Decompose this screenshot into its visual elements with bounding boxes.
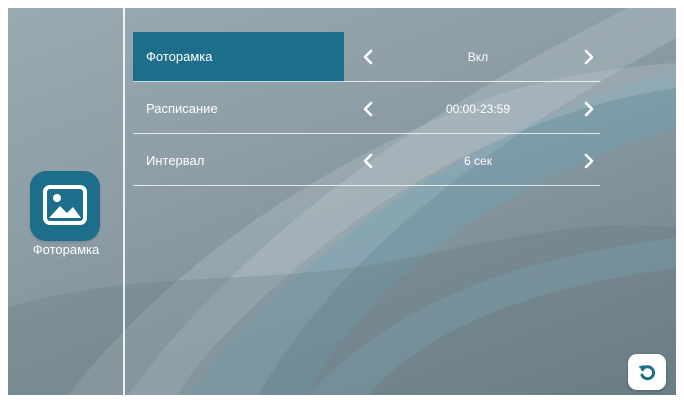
- row-value: Вкл: [467, 50, 489, 64]
- row-label: Расписание: [146, 101, 218, 116]
- app-label: Фоторамка: [32, 242, 100, 257]
- picture-icon: [43, 185, 87, 225]
- chevron-left-icon[interactable]: [356, 32, 380, 82]
- sidebar-divider: [123, 8, 125, 395]
- row-divider: [133, 81, 600, 82]
- screen: Фоторамка Фоторамка Вкл Расписание 00:00…: [8, 8, 676, 395]
- back-button[interactable]: [628, 354, 666, 390]
- chevron-right-icon[interactable]: [577, 84, 601, 134]
- chevron-left-icon[interactable]: [356, 84, 380, 134]
- settings-row-schedule[interactable]: Расписание 00:00-23:59: [133, 84, 600, 134]
- chevron-left-icon[interactable]: [356, 136, 380, 186]
- row-divider: [133, 133, 600, 134]
- chevron-right-icon[interactable]: [577, 32, 601, 82]
- row-divider: [133, 185, 600, 186]
- row-value: 00:00-23:59: [445, 102, 511, 116]
- row-value: 6 сек: [464, 154, 492, 168]
- back-icon: [638, 365, 656, 381]
- photo-frame-app-icon[interactable]: [30, 171, 100, 241]
- settings-row-photo-frame[interactable]: Фоторамка Вкл: [133, 32, 600, 82]
- row-label: Фоторамка: [133, 32, 344, 82]
- row-label: Интервал: [146, 153, 205, 168]
- settings-row-interval[interactable]: Интервал 6 сек: [133, 136, 600, 186]
- chevron-right-icon[interactable]: [577, 136, 601, 186]
